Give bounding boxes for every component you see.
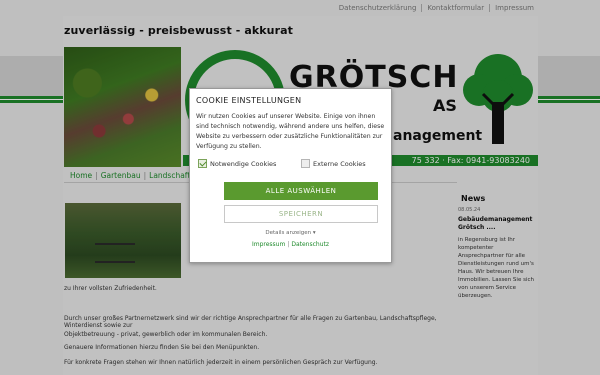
necessary-cookies-label: Notwendige Cookies [210,159,277,168]
cookie-links: Impressum | Datenschutz [251,241,330,248]
cookie-title: COOKIE EINSTELLUNGEN [196,96,302,105]
details-toggle[interactable]: Details anzeigen ▾ [190,230,391,236]
cookie-text: Wir nutzen Cookies auf unserer Website. … [196,113,385,150]
accept-all-button[interactable]: ALLE AUSWÄHLEN [224,182,378,200]
cookie-dialog: COOKIE EINSTELLUNGEN Wir nutzen Cookies … [189,88,392,263]
cookie-imprint-link[interactable]: Impressum [252,241,285,248]
external-cookies-checkbox[interactable] [301,159,310,168]
necessary-cookies-checkbox[interactable] [198,159,207,168]
save-button[interactable]: SPEICHERN [224,205,378,223]
necessary-cookies-option[interactable]: Notwendige Cookies [198,159,276,168]
cookie-privacy-link[interactable]: Datenschutz [291,241,329,248]
external-cookies-option[interactable]: Externe Cookies [301,159,366,168]
external-cookies-label: Externe Cookies [313,159,366,168]
